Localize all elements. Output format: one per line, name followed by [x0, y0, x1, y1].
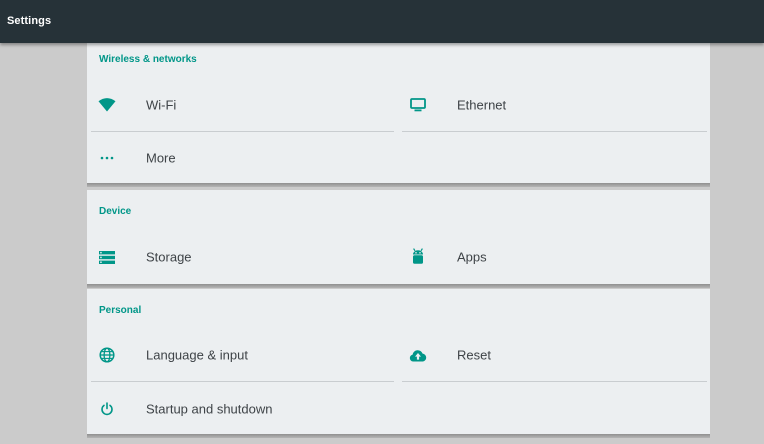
wifi-icon	[98, 96, 116, 114]
section-personal: Personal Language & input Reset Startup …	[87, 289, 710, 438]
settings-item-more[interactable]: More	[87, 134, 398, 182]
divider	[402, 381, 707, 382]
more-icon	[98, 149, 116, 167]
section-title-wireless: Wireless & networks	[99, 54, 197, 65]
globe-icon	[98, 346, 116, 364]
settings-item-ethernet[interactable]: Ethernet	[398, 81, 710, 129]
settings-item-apps[interactable]: Apps	[398, 233, 710, 281]
power-icon	[98, 400, 116, 418]
app-title: Settings	[7, 15, 52, 27]
settings-item-label: More	[146, 150, 176, 166]
settings-item-label: Wi-Fi	[146, 97, 177, 113]
settings-item-reset[interactable]: Reset	[398, 331, 710, 379]
divider	[91, 131, 394, 132]
section-device: Device Storage Apps	[87, 190, 710, 288]
settings-item-label: Ethernet	[457, 97, 507, 113]
divider	[402, 131, 707, 132]
settings-item-label: Apps	[457, 249, 487, 265]
settings-item-storage[interactable]: Storage	[87, 233, 398, 281]
settings-item-label: Storage	[146, 249, 192, 265]
settings-item-label: Language & input	[146, 347, 248, 363]
settings-item-startup-shutdown[interactable]: Startup and shutdown	[87, 385, 398, 433]
settings-item-wifi[interactable]: Wi-Fi	[87, 81, 398, 129]
section-shadow	[87, 183, 710, 187]
section-title-device: Device	[99, 206, 132, 217]
section-shadow	[87, 284, 710, 288]
storage-icon	[98, 248, 116, 266]
ethernet-icon	[409, 96, 427, 114]
cloud-upload-icon	[409, 346, 427, 364]
divider	[91, 381, 394, 382]
settings-item-label: Reset	[457, 347, 491, 363]
section-shadow	[87, 434, 710, 438]
title-bar: Settings	[0, 0, 764, 43]
settings-item-language-input[interactable]: Language & input	[87, 331, 398, 379]
section-title-personal: Personal	[99, 305, 142, 316]
apps-icon	[409, 248, 427, 266]
section-wireless-networks: Wireless & networks Wi-Fi Ethernet More	[87, 43, 710, 187]
settings-item-label: Startup and shutdown	[146, 401, 273, 417]
